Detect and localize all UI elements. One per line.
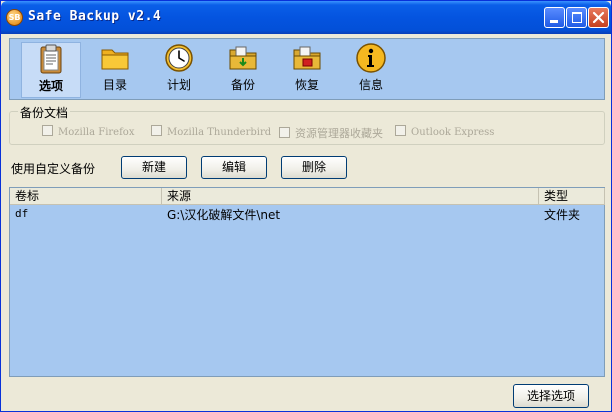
window-title: Safe Backup v2.4 [28,9,162,24]
checkbox-firefox[interactable]: Mozilla Firefox [42,125,134,138]
tab-backup-label: 备份 [230,78,255,92]
minimize-button[interactable] [544,7,565,28]
cell-type: 文件夹 [544,208,581,222]
app-icon: SB [6,9,23,26]
select-options-button[interactable]: 选择选项 [513,384,589,408]
checkbox-explorer-favorites[interactable]: 资源管理器收藏夹 [279,125,383,140]
tab-schedule[interactable]: 计划 [149,42,209,98]
maximize-button[interactable] [566,7,587,28]
tab-directory-label: 目录 [102,78,127,92]
tab-restore[interactable]: 恢复 [277,42,337,98]
delete-button[interactable]: 删除 [281,156,347,179]
checkbox-thunderbird[interactable]: Mozilla Thunderbird [151,125,271,138]
tab-info-label: 信息 [358,78,383,92]
checkbox-firefox-label: Mozilla Firefox [58,127,135,138]
backup-list[interactable]: 卷标 来源 类型 df G:\汉化破解文件\net 文件夹 [9,187,605,377]
main-toolbar: 选项 目录 计划 备份 恢复 信息 [9,38,605,100]
column-header-volume[interactable]: 卷标 [10,188,162,205]
column-header-type[interactable]: 类型 [539,188,605,205]
tab-restore-label: 恢复 [294,78,319,92]
app-window: SB Safe Backup v2.4 选项 目录 计划 备份 恢复 信息 备份… [0,0,612,412]
table-row[interactable]: df G:\汉化破解文件\net 文件夹 [10,207,604,222]
restore-folder-icon [293,46,321,70]
checkbox-explorer-favorites-label: 资源管理器收藏夹 [295,127,383,140]
clock-icon [165,44,193,72]
tab-options[interactable]: 选项 [21,42,81,98]
close-button[interactable] [588,7,609,28]
backup-docs-label: 备份文档 [18,104,71,121]
tab-options-label: 选项 [38,79,63,93]
checkbox-box [151,125,162,136]
edit-button[interactable]: 编辑 [201,156,267,179]
custom-backup-label: 使用自定义备份 [11,162,96,176]
list-header: 卷标 来源 类型 [10,188,605,205]
checkbox-thunderbird-label: Mozilla Thunderbird [167,127,272,138]
column-header-source[interactable]: 来源 [162,188,539,205]
checkbox-box [42,125,53,136]
tab-info[interactable]: 信息 [341,42,401,98]
checkbox-box [395,125,406,136]
title-bar[interactable]: SB Safe Backup v2.4 [1,1,611,34]
checkbox-box [279,127,290,138]
tab-backup[interactable]: 备份 [213,42,273,98]
backup-docs-group: 备份文档 Mozilla Firefox Mozilla Thunderbird… [9,104,605,145]
checkbox-outlook-express[interactable]: Outlook Express [395,125,494,138]
tab-directory[interactable]: 目录 [85,42,145,98]
folder-icon [101,49,129,70]
minimize-icon [550,20,558,23]
checkbox-outlook-express-label: Outlook Express [411,127,495,138]
close-icon [592,11,605,24]
tab-schedule-label: 计划 [166,78,191,92]
backup-folder-icon [229,46,257,70]
cell-source: G:\汉化破解文件\net [167,208,281,222]
clipboard-icon [40,44,62,74]
cell-volume: df [15,207,29,220]
new-button[interactable]: 新建 [121,156,187,179]
info-icon [356,43,386,73]
